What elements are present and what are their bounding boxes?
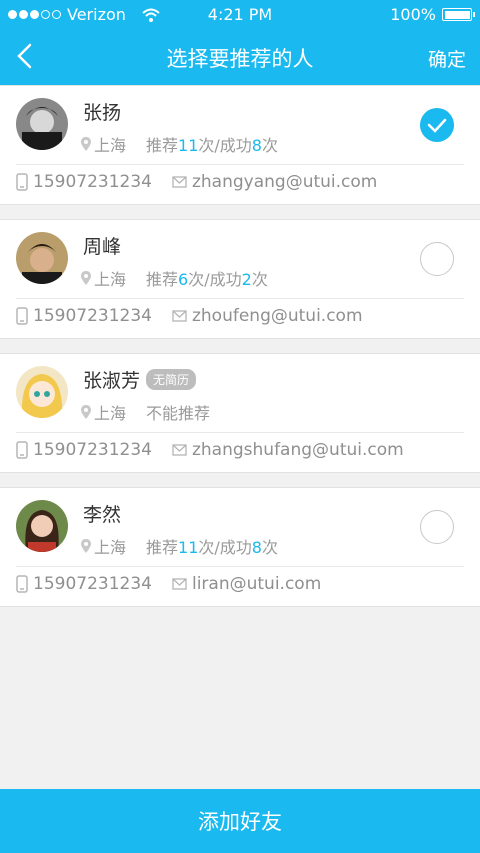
person-name: 李然 — [83, 504, 122, 526]
contact-row: 15907231234 zhoufeng@utui.com — [16, 306, 363, 326]
page-title: 选择要推荐的人 — [166, 47, 314, 71]
add-friend-button[interactable]: 添加好友 — [0, 789, 480, 853]
list-item[interactable]: 周峰 上海 推荐6次/成功2次 15907231234 zhoufeng@utu… — [0, 219, 480, 339]
no-resume-badge: 无简历 — [146, 369, 197, 390]
phone-number: 15907231234 — [33, 306, 152, 326]
select-checkbox[interactable] — [420, 242, 454, 276]
cannot-recommend-text: 不能推荐 — [146, 404, 211, 423]
status-right: 100% — [390, 5, 475, 24]
battery-percent: 100% — [390, 5, 436, 24]
divider — [16, 298, 464, 299]
list-item[interactable]: 张淑芳 无简历 上海 不能推荐 15907231234 zhangshufang… — [0, 353, 480, 473]
location-pin-icon — [81, 137, 91, 151]
recommend-stats: 推荐6次/成功2次 — [146, 270, 268, 289]
select-checkbox[interactable] — [420, 108, 454, 142]
status-bar: Verizon 4:21 PM 100% — [0, 0, 480, 28]
name-row: 张淑芳 无简历 — [83, 366, 197, 393]
contact-row: 15907231234 zhangshufang@utui.com — [16, 440, 404, 460]
phone-icon — [16, 575, 28, 593]
name-row: 张扬 — [83, 98, 121, 125]
meta-row: 上海 推荐6次/成功2次 — [80, 266, 268, 290]
nav-bar: 选择要推荐的人 确定 — [0, 28, 480, 85]
recommend-stats: 推荐11次/成功8次 — [146, 538, 278, 557]
person-name: 张淑芳 — [83, 370, 141, 392]
location: 上海 — [94, 538, 127, 557]
name-row: 李然 — [83, 500, 121, 527]
phone-number: 15907231234 — [33, 172, 152, 192]
contact-row: 15907231234 liran@utui.com — [16, 574, 321, 594]
location: 上海 — [94, 136, 127, 155]
battery-icon — [442, 8, 475, 21]
mail-icon — [172, 176, 187, 188]
meta-row: 上海 推荐11次/成功8次 — [80, 132, 278, 156]
list-item[interactable]: 李然 上海 推荐11次/成功8次 15907231234 liran@utui.… — [0, 487, 480, 607]
avatar — [16, 98, 68, 150]
avatar — [16, 232, 68, 284]
confirm-button[interactable]: 确定 — [428, 45, 466, 72]
location: 上海 — [94, 270, 127, 289]
mail-icon — [172, 578, 187, 590]
person-name: 张扬 — [83, 102, 122, 124]
mail-icon — [172, 310, 187, 322]
meta-row: 上海 不能推荐 — [80, 400, 210, 424]
checkmark-icon — [427, 118, 447, 133]
meta-row: 上海 推荐11次/成功8次 — [80, 534, 278, 558]
location-pin-icon — [81, 539, 91, 553]
phone-number: 15907231234 — [33, 440, 152, 460]
location-pin-icon — [81, 405, 91, 419]
email-address: liran@utui.com — [191, 574, 322, 594]
divider — [16, 566, 464, 567]
phone-icon — [16, 307, 28, 325]
avatar — [16, 366, 68, 418]
email-address: zhangshufang@utui.com — [191, 440, 404, 460]
person-name: 周峰 — [83, 236, 122, 258]
mail-icon — [172, 444, 187, 456]
select-checkbox[interactable] — [420, 510, 454, 544]
list-item[interactable]: 张扬 上海 推荐11次/成功8次 15907231234 zhangyang@u… — [0, 85, 480, 205]
recommend-stats: 推荐11次/成功8次 — [146, 136, 278, 155]
phone-number: 15907231234 — [33, 574, 152, 594]
contact-row: 15907231234 zhangyang@utui.com — [16, 172, 377, 192]
avatar — [16, 500, 68, 552]
location: 上海 — [94, 404, 127, 423]
location-pin-icon — [81, 271, 91, 285]
email-address: zhoufeng@utui.com — [191, 306, 363, 326]
header: Verizon 4:21 PM 100% 选择要推荐的人 确定 — [0, 0, 480, 85]
phone-icon — [16, 173, 28, 191]
phone-icon — [16, 441, 28, 459]
email-address: zhangyang@utui.com — [191, 172, 378, 192]
name-row: 周峰 — [83, 232, 121, 259]
divider — [16, 432, 464, 433]
divider — [16, 164, 464, 165]
